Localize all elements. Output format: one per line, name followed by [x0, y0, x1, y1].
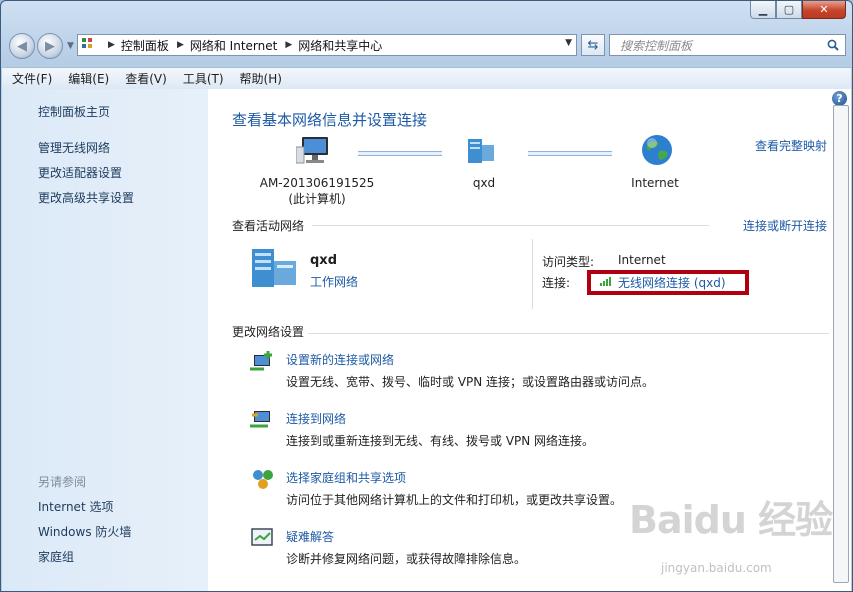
setup-new-connection-desc: 设置无线、宽带、拨号、临时或 VPN 连接；或设置路由器或访问点。	[286, 375, 655, 389]
setup-new-connection-link[interactable]: 设置新的连接或网络	[286, 351, 394, 368]
active-networks-title: 查看活动网络	[232, 219, 305, 233]
navigation-bar: ◀ ▶ ▼ ▶ 控制面板 ▶ 网络和 Internet ▶ 网络和共享中心 ▼ …	[9, 31, 846, 61]
breadcrumb-control-panel[interactable]: 控制面板	[121, 37, 169, 54]
network-link-line	[358, 151, 442, 156]
computer-sub: (此计算机)	[288, 192, 346, 206]
address-bar[interactable]: ▶ 控制面板 ▶ 网络和 Internet ▶ 网络和共享中心 ▼	[77, 34, 577, 56]
recent-pages-dropdown-icon[interactable]: ▼	[67, 41, 74, 51]
computer-node-label: AM-201306191525 (此计算机)	[254, 175, 380, 207]
see-also-heading: 另请参阅	[38, 475, 87, 489]
breadcrumb-network-internet[interactable]: 网络和 Internet	[190, 37, 277, 54]
menu-file[interactable]: 文件(F)	[12, 70, 52, 87]
menu-help[interactable]: 帮助(H)	[240, 70, 282, 87]
page-title: 查看基本网络信息并设置连接	[232, 111, 428, 129]
connect-disconnect-link[interactable]: 连接或断开连接	[743, 217, 827, 234]
baidu-watermark-url: jingyan.baidu.com	[661, 561, 772, 575]
internet-link-line	[528, 151, 612, 156]
view-full-map-link[interactable]: 查看完整映射	[755, 137, 827, 154]
connection-label: 连接:	[542, 276, 571, 290]
menu-view[interactable]: 查看(V)	[125, 70, 167, 87]
network-icon	[468, 139, 494, 163]
highlight-box	[587, 270, 749, 295]
menu-tools[interactable]: 工具(T)	[183, 70, 224, 87]
back-arrow-icon: ◀	[17, 38, 27, 54]
vertical-scrollbar[interactable]: ?	[830, 89, 851, 591]
back-button[interactable]: ◀	[9, 33, 35, 59]
change-settings-title: 更改网络设置	[232, 325, 305, 339]
troubleshoot-desc: 诊断并修复网络问题，或获得故障排除信息。	[286, 552, 527, 566]
section-divider	[312, 225, 709, 226]
breadcrumb-network-sharing-center[interactable]: 网络和共享中心	[298, 37, 382, 54]
globe-icon	[642, 135, 672, 165]
work-network-icon	[252, 249, 296, 287]
troubleshoot-icon	[251, 528, 273, 546]
homegroup-sharing-link[interactable]: 选择家庭组和共享选项	[286, 469, 406, 486]
caption-buttons: ▁ ▢ ✕	[750, 1, 846, 19]
homegroup-sharing-desc: 访问位于其他网络计算机上的文件和打印机，或更改共享设置。	[286, 493, 623, 507]
access-type-value: Internet	[618, 253, 666, 267]
maximize-button[interactable]: ▢	[776, 1, 802, 19]
sidebar-advanced-sharing[interactable]: 更改高级共享设置	[38, 189, 134, 206]
section-divider	[308, 333, 829, 334]
search-placeholder: 搜索控制面板	[620, 38, 693, 53]
search-icon[interactable]	[827, 39, 839, 51]
sidebar-control-panel-home[interactable]: 控制面板主页	[38, 103, 110, 120]
forward-arrow-icon: ▶	[45, 38, 55, 54]
refresh-icon: ⇆	[587, 37, 599, 53]
menu-bar: 文件(F) 编辑(E) 查看(V) 工具(T) 帮助(H)	[2, 67, 851, 90]
vertical-divider	[532, 239, 533, 309]
breadcrumb-separator-icon[interactable]: ▶	[177, 40, 184, 50]
sidebar-internet-options[interactable]: Internet 选项	[38, 498, 113, 515]
sidebar-change-adapter[interactable]: 更改适配器设置	[38, 164, 122, 181]
search-box[interactable]: 搜索控制面板	[609, 34, 846, 56]
network-type-link[interactable]: 工作网络	[310, 273, 358, 290]
sidebar-windows-firewall[interactable]: Windows 防火墙	[38, 523, 131, 540]
sidebar: 控制面板主页 管理无线网络 更改适配器设置 更改高级共享设置 另请参阅 Inte…	[2, 89, 208, 591]
forward-button[interactable]: ▶	[37, 33, 63, 59]
close-button[interactable]: ✕	[802, 1, 846, 19]
help-icon[interactable]: ?	[832, 91, 847, 106]
scrollbar-thumb[interactable]	[833, 105, 849, 583]
control-panel-icon	[82, 38, 98, 52]
refresh-button[interactable]: ⇆	[581, 34, 605, 56]
minimize-button[interactable]: ▁	[750, 1, 776, 19]
control-panel-window: ▁ ▢ ✕ ◀ ▶ ▼ ▶ 控制面板 ▶ 网络和 Internet ▶ 网络和共…	[0, 0, 853, 592]
address-dropdown-icon[interactable]: ▼	[565, 38, 572, 48]
breadcrumb-separator-icon[interactable]: ▶	[285, 40, 292, 50]
connect-to-network-desc: 连接到或重新连接到无线、有线、拨号或 VPN 网络连接。	[286, 434, 595, 448]
breadcrumb-separator-icon[interactable]: ▶	[108, 40, 115, 50]
baidu-watermark-logo: Baidu 经验	[629, 498, 833, 542]
connect-network-icon	[250, 411, 270, 428]
internet-node-label: Internet	[631, 176, 679, 190]
new-connection-icon	[250, 351, 272, 371]
active-network-name: qxd	[310, 253, 337, 268]
computer-name: AM-201306191525	[259, 176, 375, 190]
menu-edit[interactable]: 编辑(E)	[68, 70, 109, 87]
sidebar-homegroup[interactable]: 家庭组	[38, 548, 74, 565]
troubleshoot-link[interactable]: 疑难解答	[286, 528, 334, 545]
sidebar-manage-wireless[interactable]: 管理无线网络	[38, 139, 110, 156]
computer-icon	[296, 137, 328, 164]
network-node-label: qxd	[472, 176, 496, 190]
connect-to-network-link[interactable]: 连接到网络	[286, 410, 346, 427]
access-type-label: 访问类型:	[542, 255, 595, 269]
homegroup-icon	[253, 470, 273, 489]
